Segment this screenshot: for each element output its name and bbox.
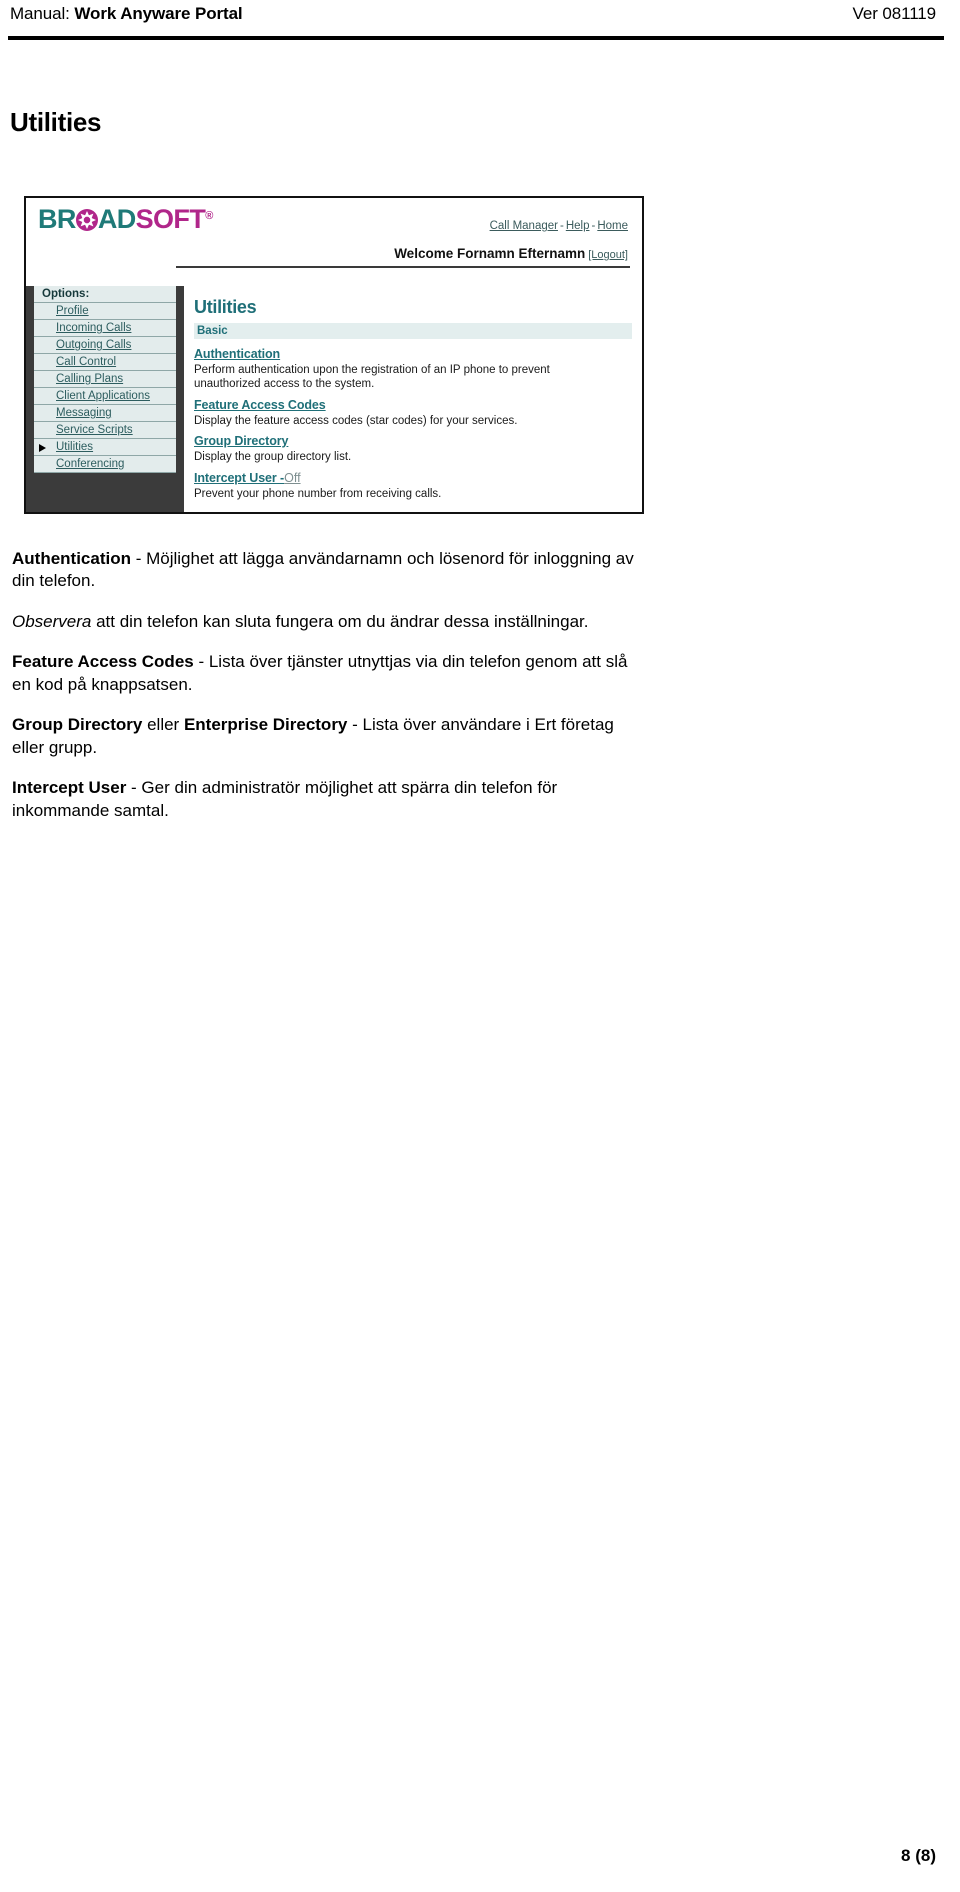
utility-entry-intercept-user: Intercept User - Off Prevent your phone …: [194, 469, 632, 501]
registered-trademark-icon: ®: [205, 210, 213, 222]
portal-topnav: Call Manager - Help - Home: [490, 220, 628, 232]
header-manual-label: Manual:: [10, 4, 70, 23]
header-version: Ver 081119: [852, 4, 937, 23]
portal-sidebar: Options: Profile Incoming Calls Outgoing…: [26, 286, 176, 512]
portal-header-bar: BR ADSOFT® Call Manager - Help - Home Welcome…: [26, 198, 642, 286]
sidebar-item-label: Profile: [56, 305, 89, 317]
sidebar-heading: Options:: [34, 286, 176, 303]
sidebar-item-label: Client Applications: [56, 390, 150, 402]
utility-entry-feature-access-codes: Feature Access Codes Display the feature…: [194, 396, 632, 428]
sidebar-item-calling-plans[interactable]: Calling Plans: [34, 371, 176, 388]
portal-body: Options: Profile Incoming Calls Outgoing…: [26, 286, 642, 512]
utility-entry-authentication: Authentication Perform authentication up…: [194, 345, 632, 392]
document-running-header: Manual: Work Anyware Portal Ver 081119: [0, 0, 960, 42]
logo-text-part2: AD: [97, 204, 136, 234]
paragraph-feature-access-codes: Feature Access Codes - Lista över tjänst…: [12, 651, 642, 696]
paragraph-text: att din telefon kan sluta fungera om du …: [91, 611, 589, 631]
entry-description: Perform authentication upon the registra…: [194, 364, 550, 391]
entry-description: Prevent your phone number from receiving…: [194, 487, 442, 500]
paragraph-group-directory: Group Directory eller Enterprise Directo…: [12, 714, 642, 759]
header-title-group: Manual: Work Anyware Portal: [10, 4, 243, 24]
broadsoft-logo: BR ADSOFT®: [38, 206, 213, 233]
sidebar-item-label: Service Scripts: [56, 424, 133, 436]
welcome-divider: [176, 266, 630, 268]
sidebar-item-profile[interactable]: Profile: [34, 303, 176, 320]
sidebar-item-call-control[interactable]: Call Control: [34, 354, 176, 371]
page-title: Utilities: [10, 107, 102, 137]
term-feature-access-codes: Feature Access Codes: [12, 652, 194, 672]
term-enterprise-directory: Enterprise Directory: [183, 715, 348, 735]
sidebar-item-outgoing-calls[interactable]: Outgoing Calls: [34, 337, 176, 354]
portal-screenshot-figure: BR ADSOFT® Call Manager - Help - Home Welcome…: [24, 196, 644, 514]
paragraph-conjunction: eller: [142, 715, 184, 735]
sidebar-item-conferencing[interactable]: Conferencing: [34, 456, 176, 473]
portal-main-panel: Utilities Basic Authentication Perform a…: [184, 286, 642, 512]
entry-description: Display the group directory list.: [194, 451, 352, 464]
selected-arrow-icon: [39, 444, 46, 452]
sidebar-item-utilities[interactable]: Utilities: [34, 439, 176, 456]
topnav-link-help[interactable]: Help: [566, 220, 590, 232]
entry-link-feature-access-codes[interactable]: Feature Access Codes: [194, 398, 326, 412]
sidebar-item-client-applications[interactable]: Client Applications: [34, 388, 176, 405]
logo-text-part3: SOFT: [135, 204, 206, 234]
sidebar-item-messaging[interactable]: Messaging: [34, 405, 176, 422]
paragraph-note: Observera att din telefon kan sluta fung…: [12, 611, 642, 633]
header-document-title: Work Anyware Portal: [74, 4, 243, 23]
topnav-link-home[interactable]: Home: [597, 220, 628, 232]
utility-entry-group-directory: Group Directory Display the group direct…: [194, 432, 632, 464]
header-divider: [8, 36, 944, 40]
term-authentication: Authentication: [12, 549, 131, 568]
term-observera: Observera: [12, 611, 92, 631]
entry-link-authentication[interactable]: Authentication: [194, 347, 280, 361]
term-group-directory: Group Directory: [12, 715, 143, 735]
sidebar-item-label: Call Control: [56, 356, 117, 368]
sidebar-item-label: Messaging: [56, 407, 112, 419]
term-intercept-user: Intercept User: [12, 778, 127, 798]
body-copy: Authentication - Möjlighet att lägga anv…: [12, 548, 642, 840]
sidebar-item-label: Outgoing Calls: [56, 339, 132, 351]
paragraph-intercept-user: Intercept User - Ger din administratör m…: [12, 777, 642, 822]
sidebar-item-label: Calling Plans: [56, 373, 124, 385]
entry-link-group-directory[interactable]: Group Directory: [194, 434, 288, 448]
page-number: 8 (8): [901, 1846, 936, 1865]
logo-text-part1: BR: [38, 204, 76, 234]
sidebar-item-label: Incoming Calls: [56, 322, 132, 334]
entry-link-intercept-user[interactable]: Intercept User -: [194, 471, 284, 485]
panel-title: Utilities: [194, 297, 257, 317]
starburst-icon: [75, 208, 99, 232]
sidebar-item-incoming-calls[interactable]: Incoming Calls: [34, 320, 176, 337]
sidebar-item-label: Utilities: [56, 441, 94, 453]
welcome-text: Welcome Fornamn Efternamn: [394, 246, 586, 261]
entry-state-badge: Off: [284, 470, 301, 485]
logout-link[interactable]: [Logout]: [588, 249, 628, 261]
topnav-link-call-manager[interactable]: Call Manager: [490, 220, 558, 232]
welcome-message: Welcome Fornamn Efternamn [Logout]: [394, 246, 628, 261]
panel-section-header: Basic: [194, 323, 632, 339]
sidebar-item-label: Conferencing: [56, 458, 125, 470]
entry-description: Display the feature access codes (star c…: [194, 414, 518, 427]
topnav-separator-1: -: [559, 220, 564, 232]
sidebar-item-service-scripts[interactable]: Service Scripts: [34, 422, 176, 439]
paragraph-authentication: Authentication - Möjlighet att lägga anv…: [12, 548, 642, 593]
